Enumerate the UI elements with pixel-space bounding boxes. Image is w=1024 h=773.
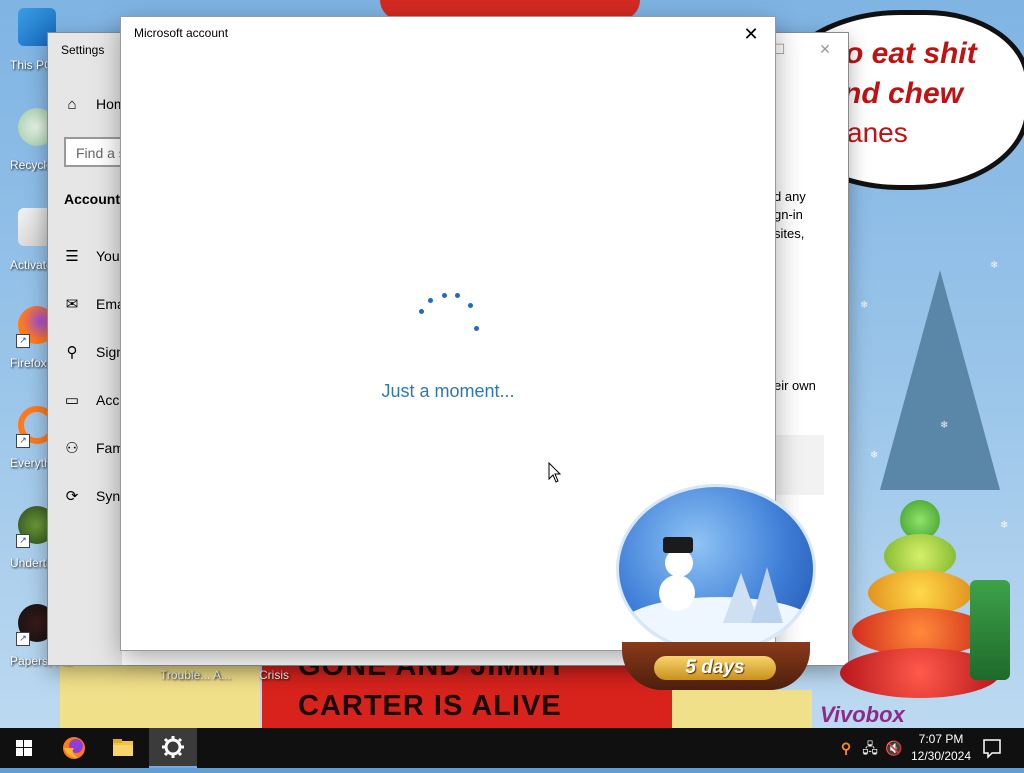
snowflake-icon: ❄	[940, 420, 949, 431]
settings-body-text: sites,	[774, 226, 805, 241]
bubble-text-line: anes	[847, 117, 908, 148]
spinner-dot	[455, 293, 460, 298]
spinner-dot	[442, 293, 447, 298]
snow-globe-glass	[616, 484, 816, 654]
shortcut-arrow-icon: ↗	[16, 334, 30, 348]
desktop-icon-label[interactable]: Trouble... A...	[160, 668, 231, 682]
windows-logo-icon	[16, 740, 32, 756]
mouse-cursor-icon	[548, 462, 562, 483]
settings-body-text: d any	[774, 189, 806, 204]
action-center-button[interactable]	[970, 728, 1014, 768]
taskbar-firefox-button[interactable]	[50, 728, 98, 768]
sync-icon: ⟳	[65, 488, 79, 505]
mail-icon: ✉	[65, 296, 79, 313]
shortcut-arrow-icon: ↗	[16, 534, 30, 548]
start-button[interactable]	[0, 728, 48, 768]
snowman-icon	[659, 575, 695, 611]
shortcut-arrow-icon: ↗	[16, 632, 30, 646]
spinner-dot	[474, 326, 479, 331]
snow-globe-gadget[interactable]: 5 days	[614, 484, 818, 694]
taskbar-settings-button[interactable]	[149, 728, 197, 768]
notification-icon	[983, 739, 1001, 759]
person-card-icon: ☰	[65, 248, 79, 265]
desktop-icon-label[interactable]: Crisis	[259, 668, 289, 682]
home-icon: ⌂	[67, 96, 77, 113]
close-icon[interactable]: ✕	[733, 21, 769, 47]
search-icon[interactable]: ⚲	[834, 728, 858, 768]
loading-spinner	[415, 290, 485, 340]
bubble-text-line: o eat shit	[845, 37, 977, 70]
bubble-text-line: nd chew	[843, 77, 964, 110]
small-tree-icon	[970, 580, 1010, 680]
briefcase-icon: ▭	[64, 392, 80, 409]
clock-date: 12/30/2024	[910, 749, 972, 763]
file-explorer-icon	[113, 739, 133, 756]
taskbar: ⚲ 🖧 🔇 7:07 PM 12/30/2024	[0, 728, 1024, 768]
wallpaper-pine-tree	[880, 270, 1000, 490]
christmas-tree-gadget[interactable]	[836, 500, 1012, 710]
shortcut-arrow-icon: ↗	[16, 434, 30, 448]
snowflake-icon: ❄	[870, 450, 879, 461]
key-icon: ⚲	[66, 344, 78, 361]
loading-message: Just a moment...	[381, 381, 515, 401]
dialog-title: Microsoft account	[134, 26, 229, 40]
firefox-icon	[63, 737, 85, 759]
snow-tree-icon	[751, 567, 783, 623]
close-icon[interactable]: ✕	[810, 37, 840, 61]
snowman-hat-icon	[663, 537, 693, 553]
settings-icon	[162, 736, 184, 758]
family-icon: ⚇	[65, 440, 79, 457]
spinner-dot	[419, 309, 424, 314]
network-icon[interactable]: 🖧	[858, 728, 882, 768]
clock-time: 7:07 PM	[918, 732, 964, 746]
settings-window-title: Settings	[61, 43, 105, 57]
taskbar-clock[interactable]: 7:07 PM 12/30/2024	[902, 731, 980, 765]
snowflake-icon: ❄	[990, 260, 999, 271]
banner-text-line: CARTER IS ALIVE	[298, 690, 562, 722]
spinner-dot	[468, 303, 473, 308]
spinner-dot	[428, 298, 433, 303]
countdown-badge: 5 days	[654, 656, 776, 680]
snowflake-icon: ❄	[860, 300, 869, 311]
settings-body-text: gn-in	[774, 207, 803, 222]
settings-section-heading: Accounts	[64, 191, 128, 207]
wallpaper-character-shape	[672, 690, 812, 728]
settings-body-text: eir own	[774, 378, 816, 393]
taskbar-file-explorer-button[interactable]	[99, 728, 147, 768]
snowman-head	[665, 549, 693, 577]
